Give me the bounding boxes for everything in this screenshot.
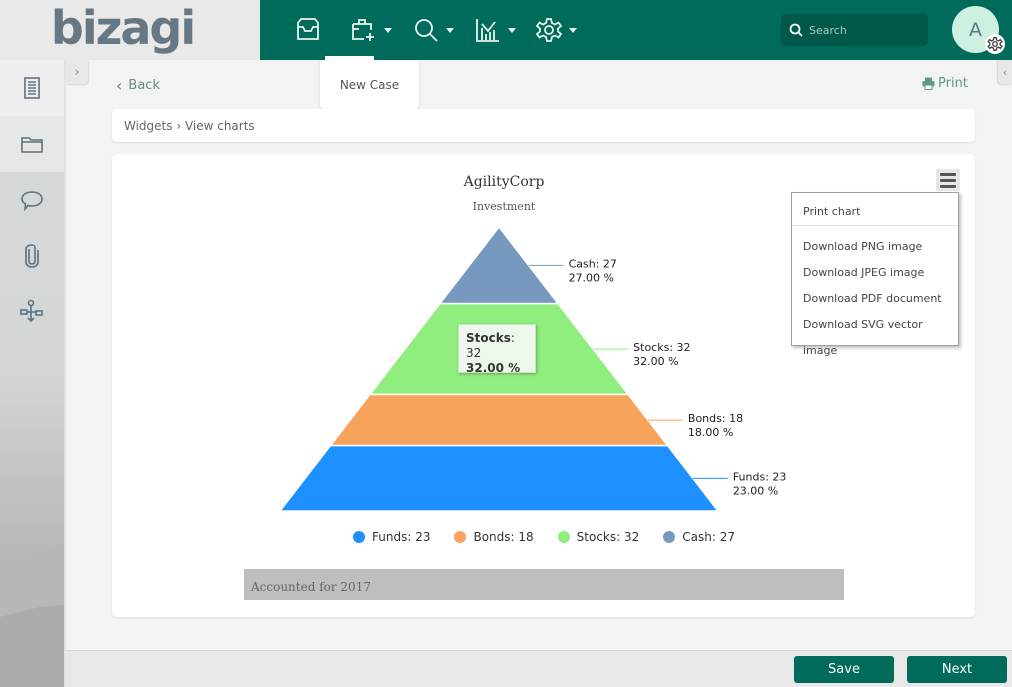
hamburger-icon-line — [940, 178, 956, 182]
hamburger-icon-line — [940, 184, 956, 188]
legend-label: Cash: 27 — [682, 530, 735, 544]
print-chart-menu-item[interactable]: Print chart — [792, 199, 958, 225]
download-png-menu-item[interactable]: Download PNG image — [792, 234, 958, 260]
download-svg-menu-item[interactable]: Download SVG vector image — [792, 312, 958, 357]
data-label-cash: Cash: 27 — [569, 257, 617, 270]
tooltip-series-name: Stocks — [466, 331, 511, 345]
legend-marker — [353, 531, 366, 543]
chart-context-menu-button[interactable] — [936, 169, 960, 191]
data-label-bonds: Bonds: 18 — [688, 412, 743, 425]
save-button[interactable]: Save — [794, 656, 894, 683]
hamburger-icon-line — [940, 172, 956, 176]
legend-label: Bonds: 18 — [473, 530, 534, 544]
pyramid-segment-bonds[interactable] — [328, 393, 670, 447]
menu-separator — [792, 225, 958, 226]
data-label-funds: Funds: 23 — [733, 470, 787, 483]
data-label-percent-bonds: 18.00 % — [688, 426, 733, 439]
data-label-percent-cash: 27.00 % — [569, 271, 614, 284]
legend-item-funds[interactable]: Funds: 23 — [353, 530, 430, 544]
data-label-percent-stocks: 32.00 % — [633, 355, 678, 368]
next-button[interactable]: Next — [907, 656, 1007, 683]
legend-label: Stocks: 32 — [576, 530, 640, 544]
chart-export-menu: Print chart Download PNG image Download … — [791, 192, 959, 357]
legend-item-cash[interactable]: Cash: 27 — [663, 530, 735, 544]
chart-caption: Accounted for 2017 — [244, 569, 844, 600]
data-label-stocks: Stocks: 32 — [633, 341, 690, 354]
legend-item-stocks[interactable]: Stocks: 32 — [557, 530, 640, 544]
legend-label: Funds: 23 — [372, 530, 431, 544]
tooltip-percent: 32.00 % — [466, 361, 521, 375]
legend-marker — [454, 531, 467, 543]
download-jpeg-menu-item[interactable]: Download JPEG image — [792, 260, 958, 286]
chart-tooltip: Stocks: 32 32.00 % — [458, 324, 536, 375]
legend-marker — [663, 531, 676, 543]
download-pdf-menu-item[interactable]: Download PDF document — [792, 286, 958, 312]
data-label-percent-funds: 23.00 % — [733, 484, 778, 497]
legend-item-bonds[interactable]: Bonds: 18 — [454, 530, 534, 544]
chart-legend: Funds: 23 Bonds: 18 Stocks: 32 Cash: 27 — [0, 530, 1012, 544]
pyramid-segment-funds[interactable] — [278, 444, 720, 512]
legend-marker — [557, 531, 570, 543]
